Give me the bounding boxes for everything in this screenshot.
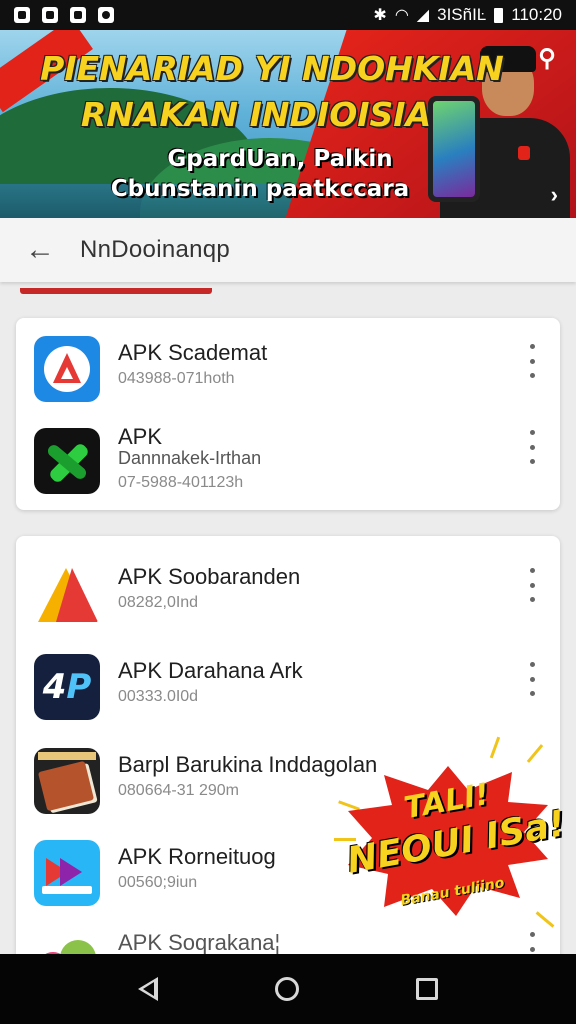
clock: 110:20 bbox=[511, 5, 562, 24]
back-arrow-icon[interactable]: ← bbox=[20, 230, 60, 270]
ap-logo-icon: 4P bbox=[34, 654, 100, 720]
app-name: APK Darahana Ark bbox=[118, 658, 303, 683]
wifi-icon: ◠ bbox=[394, 7, 409, 24]
notification-icon bbox=[70, 7, 86, 23]
list-item[interactable]: APK Soobaranden 08282,0Ind bbox=[16, 542, 560, 632]
sync-icon bbox=[98, 7, 114, 23]
status-bar: ✱ ◠ ◢ 3ISñIĿ 110:20 bbox=[0, 0, 576, 30]
more-vert-icon[interactable] bbox=[522, 662, 542, 696]
page-title: NnDooinanqp bbox=[80, 236, 231, 263]
status-right: ✱ ◠ ◢ 3ISñIĿ 110:20 bbox=[373, 5, 562, 25]
nav-home-icon[interactable] bbox=[274, 977, 299, 1001]
app-name: APK Rorneituog bbox=[118, 844, 276, 869]
app-name: APK bbox=[118, 424, 163, 449]
app-meta: 07-5988-401123h bbox=[118, 474, 244, 491]
app-name: APK Soqrakana¦ bbox=[118, 930, 281, 954]
more-vert-icon[interactable] bbox=[522, 568, 542, 602]
banner-subtitle-line2: Cbunstanin paatkccara bbox=[110, 176, 410, 202]
status-left-icons bbox=[14, 7, 114, 23]
more-vert-icon[interactable] bbox=[522, 344, 542, 378]
chevron-right-icon[interactable]: › bbox=[551, 182, 558, 208]
banner-title-line1: PIENARIAD YI NDOHKIAN bbox=[40, 49, 504, 88]
more-vert-icon[interactable] bbox=[522, 430, 542, 464]
app-name: APK Scademat bbox=[118, 340, 268, 365]
bluetooth-icon: ✱ bbox=[373, 7, 387, 24]
app-name-line2: Dannnakek-Irthan bbox=[118, 448, 262, 468]
triangle-logo-icon bbox=[34, 560, 100, 626]
list-item[interactable]: APK Dannnakek-Irthan 07-5988-401123h bbox=[16, 410, 560, 500]
app-name: APK Soobaranden bbox=[118, 564, 301, 589]
arrows-logo-icon bbox=[34, 840, 100, 906]
app-card: APK Scademat 043988-071hoth APK Dannnake… bbox=[16, 318, 560, 510]
app-meta: 080664-31 290m bbox=[118, 782, 239, 799]
tab-indicator bbox=[20, 288, 212, 294]
app-meta: 08282,0Ind bbox=[118, 594, 199, 611]
nav-recents-icon[interactable] bbox=[415, 978, 438, 1000]
search-icon[interactable]: ⚲ bbox=[532, 44, 562, 74]
list-item[interactable]: APK Scademat 043988-071hoth bbox=[16, 318, 560, 408]
a-logo-icon bbox=[34, 336, 100, 402]
promo-banner[interactable]: PIENARIAD YI NDOHKIAN RNAKAN INDIOISIA G… bbox=[0, 30, 576, 218]
system-nav-bar bbox=[0, 954, 576, 1024]
signal-icon: ◢ bbox=[416, 7, 430, 24]
promo-sticker[interactable]: TALI! NEOUI ISa! Banau tuliino bbox=[334, 736, 568, 940]
battery-icon bbox=[494, 7, 504, 23]
carrier-text: 3ISñIĿ bbox=[437, 5, 487, 24]
sim-icon bbox=[42, 7, 58, 23]
screen: ✱ ◠ ◢ 3ISñIĿ 110:20 PIENARIAD YI NDOHKIA… bbox=[0, 0, 576, 1024]
nav-back-icon[interactable] bbox=[138, 977, 159, 1001]
x-logo-icon bbox=[34, 428, 100, 494]
app-meta: 043988-071hoth bbox=[118, 370, 235, 387]
list-item[interactable]: 4P APK Darahana Ark 00333.0I0d bbox=[16, 636, 560, 726]
app-bar: ← NnDooinanqp bbox=[0, 218, 576, 282]
banner-subtitle-line1: GpardUan, Palkin bbox=[167, 146, 393, 172]
image-icon bbox=[14, 7, 30, 23]
book-icon bbox=[34, 748, 100, 814]
app-meta: 00560;9iun bbox=[118, 874, 198, 891]
droid-logo-icon bbox=[34, 926, 100, 954]
banner-title-line2: RNAKAN INDIOISIA bbox=[80, 95, 432, 134]
app-meta: 00333.0I0d bbox=[118, 688, 199, 705]
